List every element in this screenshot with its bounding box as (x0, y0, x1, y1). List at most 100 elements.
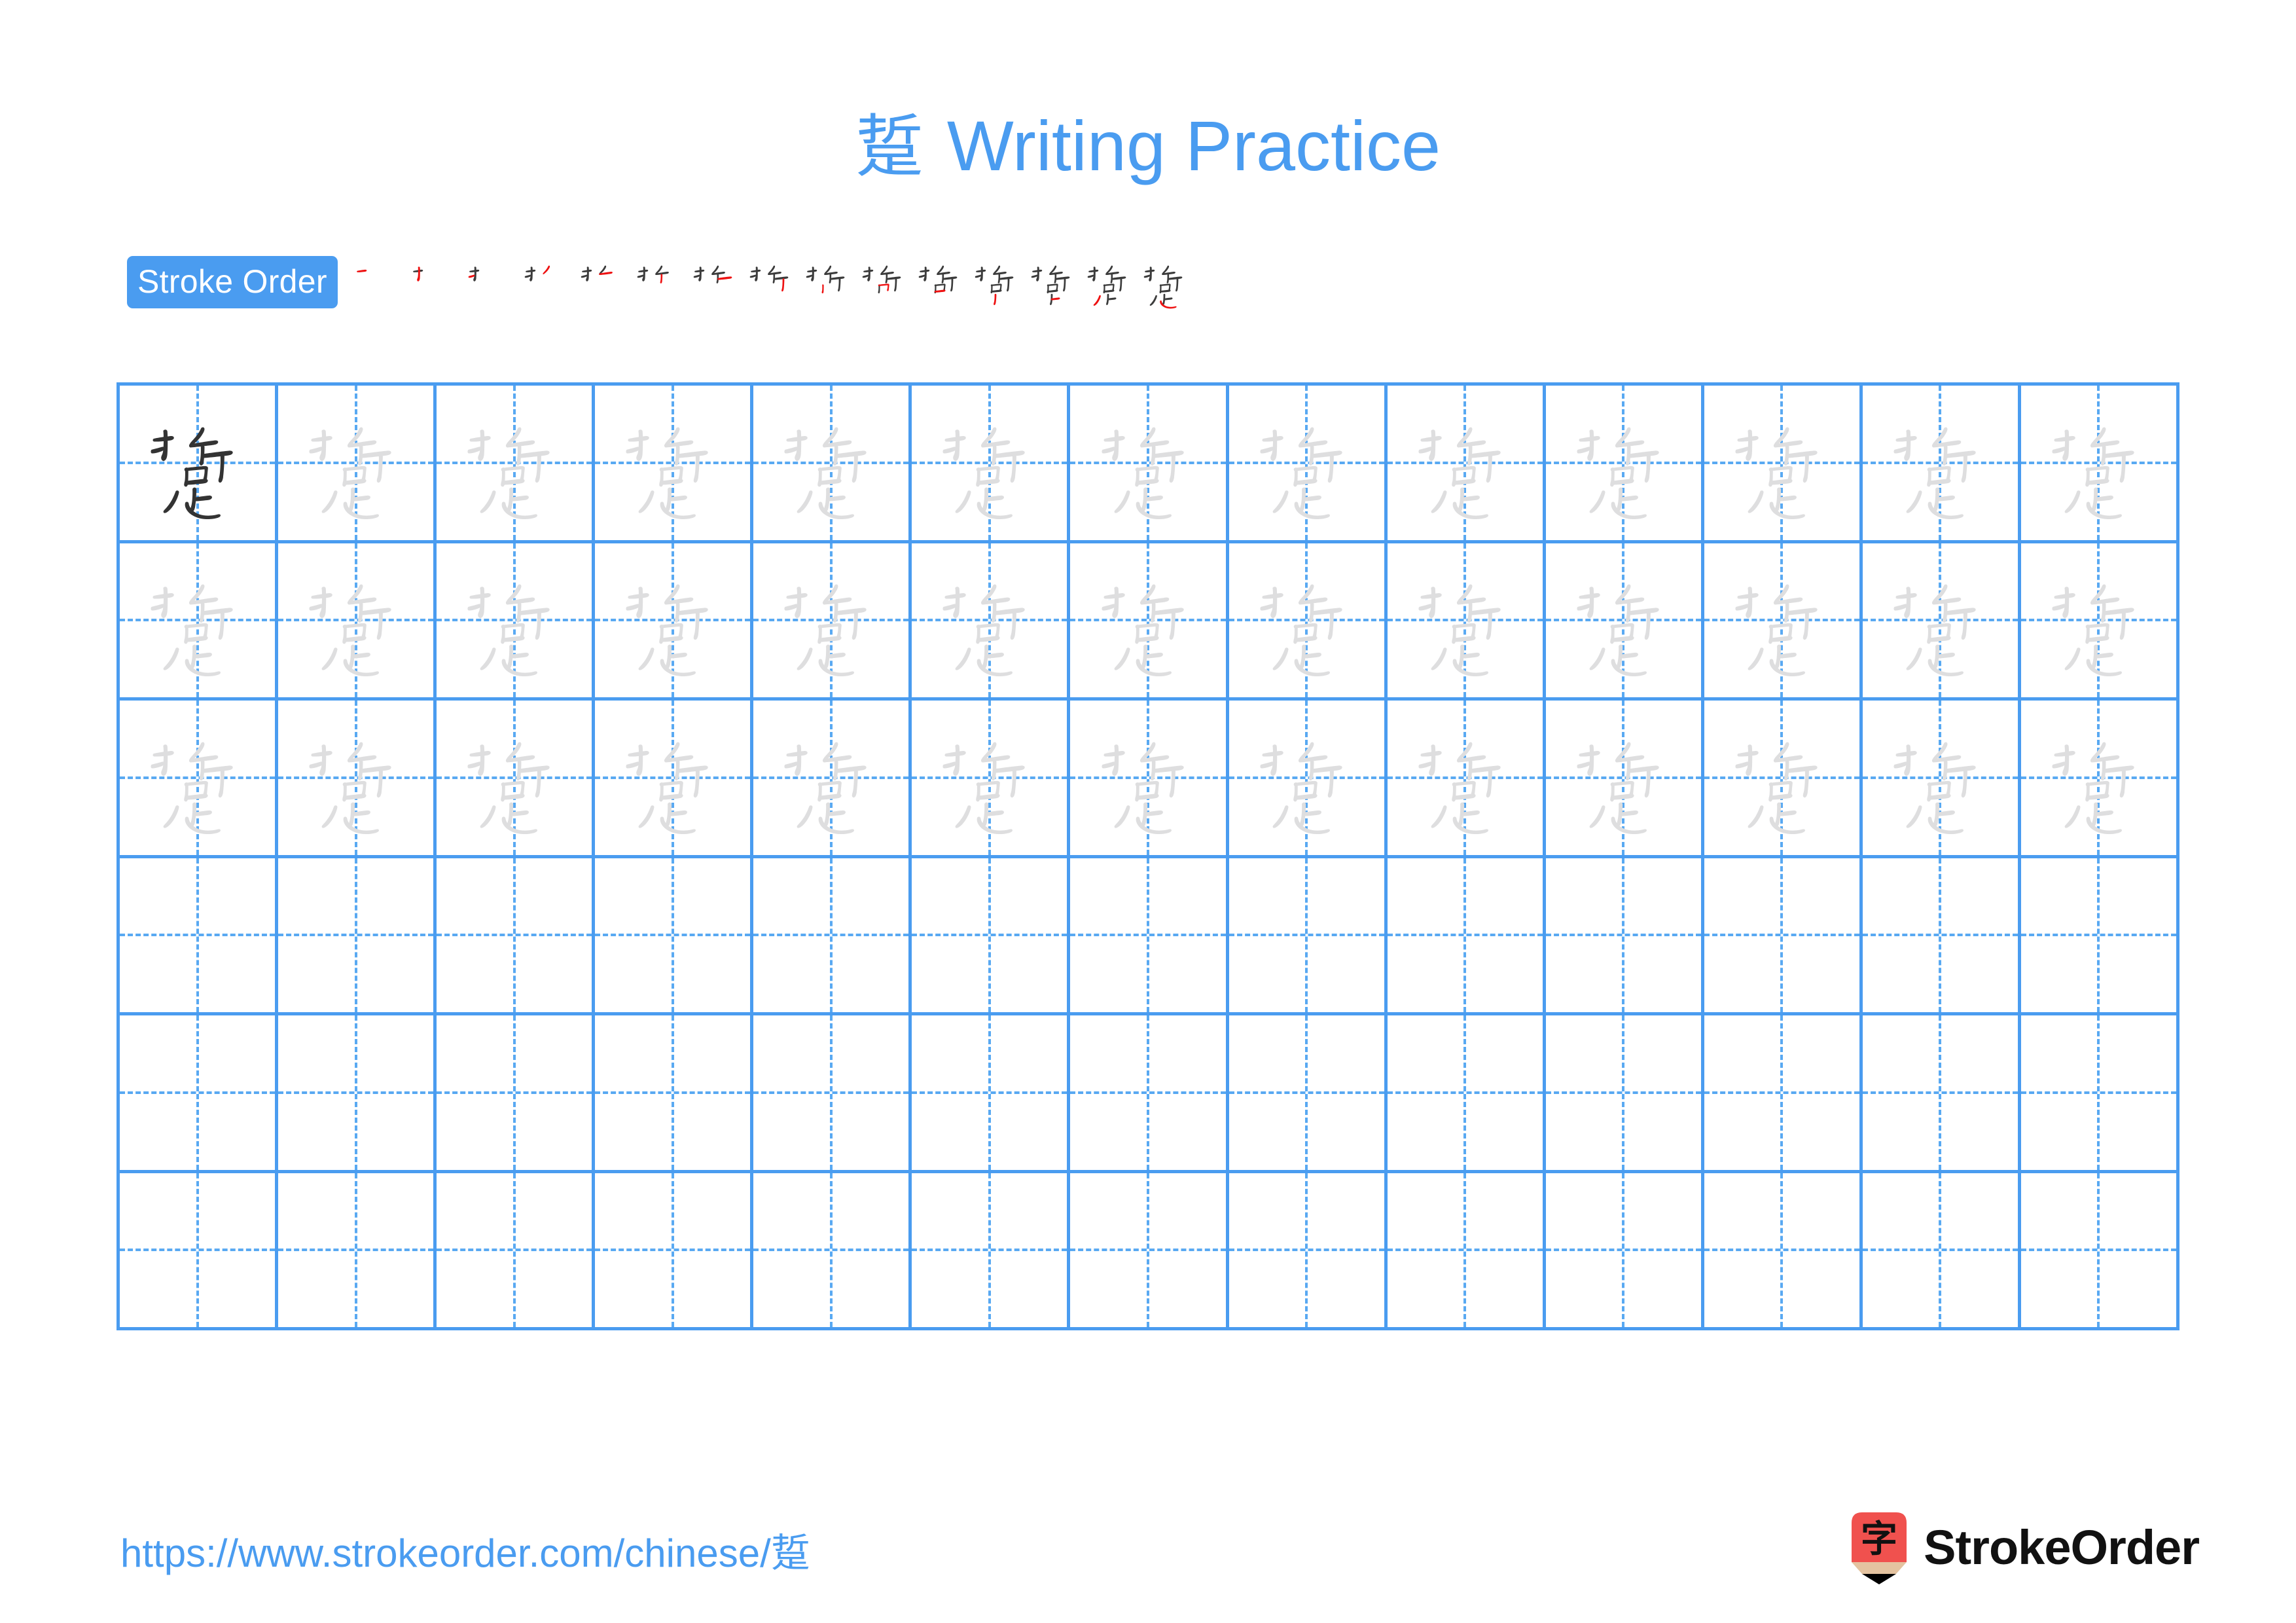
practice-cell-r5-c7[interactable] (1070, 1015, 1229, 1173)
practice-cell-r2-c13[interactable] (2020, 543, 2180, 701)
practice-cell-r1-c2[interactable] (278, 386, 437, 543)
practice-cell-r3-c3[interactable] (437, 701, 596, 858)
trace-character (1070, 386, 1225, 540)
practice-cell-r4-c6[interactable] (912, 858, 1071, 1015)
practice-cell-r2-c7[interactable] (1070, 543, 1229, 701)
practice-cell-r6-c3[interactable] (437, 1173, 596, 1330)
cell-guide-vertical (2097, 1015, 2100, 1170)
cell-guide-vertical (1780, 1015, 1784, 1170)
practice-cell-r1-c12[interactable] (1862, 386, 2021, 543)
practice-cell-r6-c2[interactable] (278, 1173, 437, 1330)
practice-cell-r2-c12[interactable] (1862, 543, 2021, 701)
cell-guide-vertical (512, 1015, 516, 1170)
stroke-step-9 (800, 254, 856, 310)
practice-cell-r5-c1[interactable] (120, 1015, 279, 1173)
practice-cell-r2-c3[interactable] (437, 543, 596, 701)
practice-cell-r2-c5[interactable] (753, 543, 912, 701)
practice-cell-r5-c4[interactable] (595, 1015, 754, 1173)
cell-guide-horizontal (1070, 1249, 1226, 1252)
practice-cell-r4-c5[interactable] (753, 858, 912, 1015)
practice-cell-r2-c9[interactable] (1387, 543, 1546, 701)
cell-guide-horizontal (753, 1091, 909, 1094)
practice-cell-r6-c5[interactable] (753, 1173, 912, 1330)
practice-cell-r6-c4[interactable] (595, 1173, 754, 1330)
practice-cell-r4-c9[interactable] (1387, 858, 1546, 1015)
practice-cell-r4-c2[interactable] (278, 858, 437, 1015)
practice-cell-r3-c5[interactable] (753, 701, 912, 858)
practice-cell-r5-c11[interactable] (1704, 1015, 1863, 1173)
practice-cell-r6-c10[interactable] (1545, 1173, 1704, 1330)
practice-cell-r1-c13[interactable] (2020, 386, 2180, 543)
practice-cell-r4-c4[interactable] (595, 858, 754, 1015)
practice-cell-r6-c11[interactable] (1704, 1173, 1863, 1330)
practice-cell-r4-c13[interactable] (2020, 858, 2180, 1015)
practice-cell-r1-c5[interactable] (753, 386, 912, 543)
practice-cell-r2-c10[interactable] (1545, 543, 1704, 701)
practice-cell-r3-c6[interactable] (912, 701, 1071, 858)
cell-guide-vertical (1147, 1015, 1149, 1170)
practice-cell-r4-c11[interactable] (1704, 858, 1863, 1015)
practice-cell-r5-c10[interactable] (1545, 1015, 1704, 1173)
practice-cell-r3-c12[interactable] (1862, 701, 2021, 858)
cell-guide-horizontal (1545, 1249, 1701, 1252)
practice-cell-r5-c12[interactable] (1862, 1015, 2021, 1173)
practice-cell-r4-c7[interactable] (1070, 858, 1229, 1015)
cell-guide-horizontal (1387, 1091, 1543, 1094)
practice-cell-r1-c8[interactable] (1229, 386, 1388, 543)
practice-cell-r5-c5[interactable] (753, 1015, 912, 1173)
practice-cell-r4-c3[interactable] (437, 858, 596, 1015)
practice-cell-r3-c13[interactable] (2020, 701, 2180, 858)
practice-cell-r4-c12[interactable] (1862, 858, 2021, 1015)
practice-cell-r3-c7[interactable] (1070, 701, 1229, 858)
practice-cell-r1-c9[interactable] (1387, 386, 1546, 543)
practice-cell-r6-c1[interactable] (120, 1173, 279, 1330)
practice-cell-r6-c7[interactable] (1070, 1173, 1229, 1330)
stroke-order-badge: Stroke Order (127, 256, 338, 308)
practice-cell-r2-c11[interactable] (1704, 543, 1863, 701)
practice-cell-r6-c12[interactable] (1862, 1173, 2021, 1330)
practice-cell-r1-c6[interactable] (912, 386, 1071, 543)
practice-cell-r2-c1[interactable] (120, 543, 279, 701)
practice-cell-r3-c10[interactable] (1545, 701, 1704, 858)
practice-cell-r5-c2[interactable] (278, 1015, 437, 1173)
practice-cell-r3-c4[interactable] (595, 701, 754, 858)
practice-cell-r6-c8[interactable] (1229, 1173, 1388, 1330)
cell-guide-horizontal (1229, 1091, 1384, 1094)
stroke-step-13 (1025, 254, 1081, 310)
brand-logo: 字 StrokeOrder (1849, 1508, 2200, 1587)
trace-character (1546, 386, 1701, 540)
practice-cell-r3-c11[interactable] (1704, 701, 1863, 858)
practice-cell-r1-c11[interactable] (1704, 386, 1863, 543)
trace-character (1388, 543, 1543, 698)
practice-cell-r2-c2[interactable] (278, 543, 437, 701)
stroke-step-4 (518, 254, 575, 310)
practice-cell-r2-c4[interactable] (595, 543, 754, 701)
practice-cell-r3-c1[interactable] (120, 701, 279, 858)
practice-cell-r6-c6[interactable] (912, 1173, 1071, 1330)
trace-character (2021, 543, 2176, 698)
practice-cell-r6-c9[interactable] (1387, 1173, 1546, 1330)
practice-cell-r3-c8[interactable] (1229, 701, 1388, 858)
practice-cell-r6-c13[interactable] (2020, 1173, 2180, 1330)
practice-cell-r4-c1[interactable] (120, 858, 279, 1015)
practice-cell-r2-c8[interactable] (1229, 543, 1388, 701)
practice-cell-r4-c8[interactable] (1229, 858, 1388, 1015)
practice-cell-r1-c7[interactable] (1070, 386, 1229, 543)
footer-url[interactable]: https://www.strokeorder.com/chinese/踅 (120, 1531, 810, 1577)
practice-cell-r1-c1[interactable] (120, 386, 279, 543)
practice-cell-r3-c9[interactable] (1387, 701, 1546, 858)
stroke-step-7 (687, 254, 744, 310)
practice-cell-r5-c13[interactable] (2020, 1015, 2180, 1173)
practice-cell-r2-c6[interactable] (912, 543, 1071, 701)
practice-cell-r1-c10[interactable] (1545, 386, 1704, 543)
practice-cell-r1-c3[interactable] (437, 386, 596, 543)
practice-cell-r5-c6[interactable] (912, 1015, 1071, 1173)
practice-cell-r4-c10[interactable] (1545, 858, 1704, 1015)
practice-cell-r5-c8[interactable] (1229, 1015, 1388, 1173)
stroke-step-8 (744, 254, 800, 310)
practice-cell-r3-c2[interactable] (278, 701, 437, 858)
cell-guide-vertical (829, 1015, 833, 1170)
practice-cell-r5-c3[interactable] (437, 1015, 596, 1173)
practice-cell-r5-c9[interactable] (1387, 1015, 1546, 1173)
practice-cell-r1-c4[interactable] (595, 386, 754, 543)
